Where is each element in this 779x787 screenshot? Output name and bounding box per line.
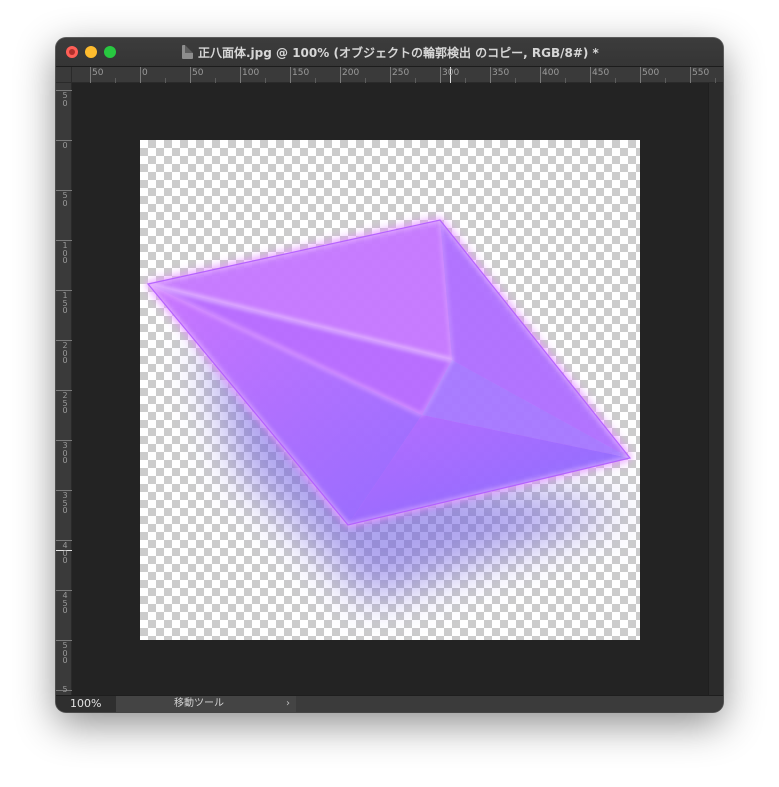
octahedron-image (145, 218, 633, 600)
ruler-label: 0 (62, 141, 68, 150)
title-bar[interactable]: 正八面体.jpg @ 100% (オブジェクトの輪郭検出 のコピー, RGB/8… (56, 38, 723, 67)
ruler-label: 250 (62, 391, 68, 415)
canvas-area[interactable] (72, 83, 708, 695)
ruler-label: 450 (592, 68, 610, 78)
document-window: 正八面体.jpg @ 100% (オブジェクトの輪郭検出 のコピー, RGB/8… (56, 38, 723, 712)
window-title: 正八面体.jpg @ 100% (オブジェクトの輪郭検出 のコピー, RGB/8… (198, 45, 599, 60)
ruler-label: 400 (62, 541, 68, 565)
ruler-label: 500 (642, 68, 660, 78)
vertical-scrollbar[interactable] (708, 83, 723, 695)
close-window-button[interactable] (66, 46, 78, 58)
ruler-label: 5 (62, 685, 68, 694)
zoom-level-field[interactable]: 100% (56, 696, 116, 712)
ruler-label: 550 (692, 68, 710, 78)
ruler-label: 150 (292, 68, 310, 78)
ruler-label: 100 (242, 68, 260, 78)
document-canvas[interactable] (140, 140, 640, 640)
ruler-label: 450 (62, 591, 68, 615)
ruler-corner[interactable] (56, 67, 72, 83)
ruler-label: 50 (192, 68, 204, 78)
ruler-label: 500 (62, 641, 68, 665)
ruler-label: 200 (62, 341, 68, 365)
ruler-label: 50 (62, 91, 68, 108)
ruler-label: 300 (442, 68, 460, 78)
vertical-ruler[interactable]: 50 0 50 100 150 200 250 300 350 400 450 … (56, 83, 72, 695)
zoom-window-button[interactable] (104, 46, 116, 58)
ruler-label: 150 (62, 291, 68, 315)
ruler-label: 250 (392, 68, 410, 78)
ruler-label: 100 (62, 241, 68, 265)
status-bar: 100% 移動ツール › (56, 695, 723, 712)
horizontal-ruler[interactable]: 50 0 50 100 150 200 250 300 350 400 450 … (72, 67, 723, 83)
chevron-right-icon[interactable]: › (286, 696, 290, 712)
ruler-label: 0 (142, 68, 148, 78)
ruler-label: 300 (62, 441, 68, 465)
current-tool-label: 移動ツール (174, 698, 224, 709)
ruler-label: 50 (92, 68, 104, 78)
ruler-label: 200 (342, 68, 360, 78)
ruler-label: 400 (542, 68, 560, 78)
current-tool-info[interactable]: 移動ツール › (116, 696, 296, 712)
title-group: 正八面体.jpg @ 100% (オブジェクトの輪郭検出 のコピー, RGB/8… (182, 44, 599, 60)
minimize-window-button[interactable] (85, 46, 97, 58)
document-icon (182, 45, 193, 59)
ruler-label: 350 (492, 68, 510, 78)
ruler-label: 350 (62, 491, 68, 515)
ruler-label: 50 (62, 191, 68, 208)
